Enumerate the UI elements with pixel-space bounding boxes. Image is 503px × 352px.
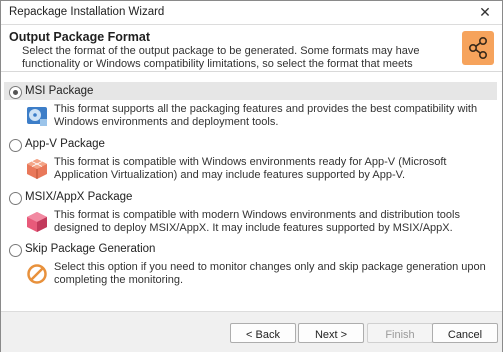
- window-title: Repackage Installation Wizard: [9, 6, 165, 18]
- option-skip-description: Select this option if you need to monito…: [54, 261, 486, 286]
- appv-cube-icon: [26, 158, 48, 180]
- wizard-footer: < Back Next > Finish Cancel: [1, 311, 502, 352]
- next-button[interactable]: Next >: [298, 323, 364, 343]
- back-button[interactable]: < Back: [230, 323, 296, 343]
- radio-msix[interactable]: [9, 192, 22, 205]
- cancel-button[interactable]: Cancel: [432, 323, 498, 343]
- radio-skip[interactable]: [9, 244, 22, 257]
- options-panel: MSI Package This format supports all the…: [1, 72, 502, 311]
- finish-button[interactable]: Finish: [367, 323, 433, 343]
- msi-disc-icon: [26, 105, 48, 127]
- option-msi-label: MSI Package: [25, 85, 94, 97]
- radio-msi[interactable]: [9, 86, 22, 99]
- page-title: Output Package Format: [9, 30, 150, 44]
- wizard-header: Output Package Format Select the format …: [1, 25, 502, 83]
- option-appv-label: App-V Package: [25, 138, 105, 150]
- option-msix-label: MSIX/AppX Package: [25, 191, 133, 203]
- close-icon[interactable]: ✕: [474, 3, 496, 21]
- radio-appv[interactable]: [9, 139, 22, 152]
- wizard-window: Repackage Installation Wizard ✕ Output P…: [0, 0, 503, 352]
- title-bar: Repackage Installation Wizard ✕: [1, 1, 502, 25]
- msix-box-icon: [26, 211, 48, 233]
- option-msi-description: This format supports all the packaging f…: [54, 103, 478, 128]
- option-appv-description: This format is compatible with Windows e…: [54, 156, 447, 181]
- option-skip-label: Skip Package Generation: [25, 243, 156, 255]
- option-msix-description: This format is compatible with modern Wi…: [54, 209, 460, 234]
- skip-forbidden-icon: [26, 263, 48, 285]
- share-icon: [462, 31, 494, 65]
